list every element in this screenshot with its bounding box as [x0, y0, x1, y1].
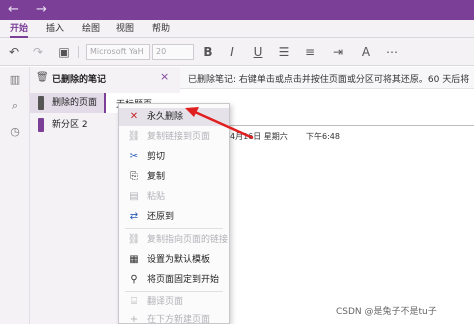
font-size-field[interactable]: 20: [152, 44, 194, 60]
panel-header: 🗑 已删除的笔记 ×: [30, 67, 180, 89]
menu-item-paste[interactable]: ▤ 粘贴: [119, 188, 229, 206]
template-icon: ▦: [129, 254, 139, 265]
menu-item-copy-link[interactable]: ⛓ 复制链接到页面: [119, 128, 229, 146]
numbered-list-icon[interactable]: ≡: [302, 44, 318, 60]
restore-icon: ⇄: [129, 211, 139, 222]
menu-item-label: 复制链接到页面: [147, 132, 211, 142]
menu-item-label: 将页面固定到开始: [147, 275, 220, 285]
font-name-field[interactable]: Microsoft YaH: [86, 44, 150, 60]
menu-item-label: 还原到: [147, 212, 175, 222]
pin-icon: ⚲: [130, 274, 138, 285]
menu-item-set-default-template[interactable]: ▦ 设置为默认模板: [119, 251, 229, 269]
tab-view[interactable]: 视图: [116, 23, 134, 35]
underline-icon[interactable]: U: [250, 44, 266, 60]
menu-item-cut[interactable]: ✂ 剪切: [119, 148, 229, 166]
page-link-icon: ⛓: [127, 234, 141, 245]
forward-arrow-icon[interactable]: →: [36, 2, 47, 18]
search-icon[interactable]: ⌕: [8, 99, 22, 113]
info-bar: 已删除笔记: 右键单击或点击并按住页面或分区可将其还原。60 天后将: [180, 67, 474, 89]
clipboard-icon[interactable]: ▣: [56, 44, 72, 60]
section-deleted-pages[interactable]: 删除的页面: [30, 93, 104, 113]
section-color-tab: [38, 118, 44, 132]
link-icon: ⛓: [127, 131, 141, 142]
section-new-2[interactable]: 新分区 2: [30, 115, 104, 135]
title-bar: ← →: [0, 0, 474, 20]
italic-icon[interactable]: I: [224, 44, 240, 60]
tab-help[interactable]: 帮助: [152, 23, 170, 35]
ribbon-tabs: 开始 插入 绘图 视图 帮助: [0, 20, 474, 38]
heading-style-icon[interactable]: A: [358, 44, 374, 60]
menu-item-pin-to-start[interactable]: ⚲ 将页面固定到开始: [119, 271, 229, 289]
menu-item-new-page-below[interactable]: + 在下方新建页面: [119, 311, 229, 324]
note-time: 下午6:48: [306, 132, 340, 141]
menu-divider: [125, 228, 223, 229]
undo-icon[interactable]: ↶: [6, 44, 22, 60]
copy-icon: ⎘: [130, 171, 138, 182]
menu-item-label: 设置为默认模板: [147, 255, 211, 265]
menu-item-label: 复制: [147, 172, 166, 182]
notebooks-icon[interactable]: ▥: [8, 73, 22, 87]
close-icon[interactable]: ×: [160, 70, 169, 84]
menu-item-delete-permanently[interactable]: ✕ 永久删除: [119, 108, 229, 126]
menu-item-label: 粘贴: [147, 192, 166, 202]
tab-draw[interactable]: 绘图: [82, 23, 100, 35]
menu-item-restore-to[interactable]: ⇄ 还原到: [119, 208, 229, 226]
bullet-list-icon[interactable]: ☰: [276, 44, 292, 60]
translate-icon: ⌸: [131, 296, 137, 307]
menu-item-label: 复制指向页面的链接: [147, 235, 229, 245]
bold-icon[interactable]: B: [200, 44, 216, 60]
section-color-tab: [38, 96, 44, 110]
indent-icon[interactable]: ⇥: [330, 44, 346, 60]
panel-title: 已删除的笔记: [52, 75, 107, 85]
redo-icon[interactable]: ↷: [30, 44, 46, 60]
context-menu: ✕ 永久删除 ⛓ 复制链接到页面 ✂ 剪切 ⎘ 复制 ▤ 粘贴 ⇄ 还原到 ⛓ …: [118, 103, 230, 324]
menu-item-copy-page-link[interactable]: ⛓ 复制指向页面的链接: [119, 231, 229, 249]
section-label: 删除的页面: [52, 98, 98, 108]
more-icon[interactable]: ⋯: [384, 44, 400, 60]
menu-item-translate-page[interactable]: ⌸ 翻译页面: [119, 293, 229, 311]
menu-item-label: 永久删除: [147, 112, 184, 122]
back-arrow-icon[interactable]: ←: [8, 2, 19, 18]
menu-item-label: 剪切: [147, 152, 166, 162]
paste-icon: ▤: [129, 191, 139, 202]
scissors-icon: ✂: [129, 151, 139, 162]
info-text: 已删除笔记: 右键单击或点击并按住页面或分区可将其还原。60 天后将: [188, 75, 470, 85]
delete-icon: ✕: [129, 111, 139, 122]
menu-item-copy[interactable]: ⎘ 复制: [119, 168, 229, 186]
menu-item-label: 在下方新建页面: [147, 315, 211, 324]
tab-insert[interactable]: 插入: [46, 23, 64, 35]
tab-home[interactable]: 开始: [10, 23, 29, 38]
new-page-icon: +: [129, 314, 139, 324]
toolbar: ↶ ↷ ▣ Microsoft YaH 20 B I U ☰ ≡ ⇥ A ⋯: [0, 38, 474, 66]
recent-clock-icon[interactable]: ◷: [8, 125, 22, 139]
note-date: 4月16日 星期六: [230, 132, 288, 141]
menu-divider: [125, 291, 223, 292]
watermark: CSDN @是兔子不是tu子: [336, 307, 437, 317]
left-rail: ▥ ⌕ ◷: [0, 67, 30, 324]
section-label: 新分区 2: [52, 120, 88, 130]
menu-item-label: 翻译页面: [147, 297, 184, 307]
toolbar-divider: [78, 46, 79, 58]
title-underline: [230, 125, 474, 126]
trash-icon: 🗑: [36, 72, 49, 83]
